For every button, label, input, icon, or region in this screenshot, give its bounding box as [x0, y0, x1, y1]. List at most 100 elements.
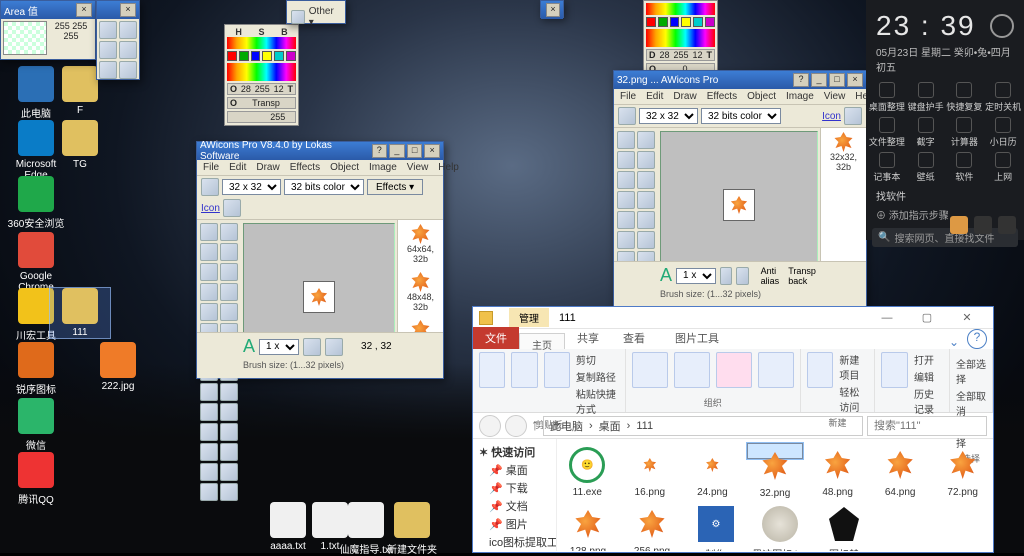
widget-tile[interactable]: 文件整理 [868, 115, 906, 149]
menu-item[interactable]: Draw [256, 162, 279, 173]
draw-tool[interactable] [200, 283, 218, 301]
toolbox-a[interactable]: × [96, 0, 140, 80]
draw-tool[interactable] [617, 171, 635, 189]
brush-size[interactable]: 1 x [259, 339, 299, 355]
draw-tool[interactable] [220, 223, 238, 241]
text-tool-icon[interactable]: A [660, 265, 672, 286]
tool-btn[interactable] [119, 21, 137, 39]
widget-tile[interactable]: 上网 [984, 150, 1022, 184]
desktop-icon[interactable]: 腾讯QQ [6, 452, 66, 506]
file-item[interactable]: 16.png [622, 443, 679, 498]
maximize-button[interactable]: □ [829, 73, 845, 87]
file-item[interactable]: 48.png [809, 443, 866, 498]
tool-btn[interactable] [119, 41, 137, 59]
selectnone-btn[interactable]: 全部取消 [956, 388, 986, 418]
properties-icon[interactable] [881, 352, 908, 388]
ribbon-collapse-icon[interactable]: ⌄ [941, 335, 967, 349]
antialias-toggle[interactable]: Anti alias [761, 266, 785, 286]
maximize-button[interactable]: ▢ [907, 311, 947, 324]
copyto-icon[interactable] [674, 352, 710, 388]
files-pane[interactable]: 🙂11.exe16.png24.png32.png48.png64.png72.… [557, 439, 993, 551]
tool-opt[interactable] [736, 267, 748, 285]
copypath-btn[interactable]: 复制路径 [576, 369, 619, 384]
nav-pane[interactable]: ✶ 快速访问📌 桌面📌 下载📌 文档📌 图片ico图标提取工具win当原图标新建… [473, 439, 557, 551]
file-item[interactable]: 32.png [747, 443, 804, 459]
tool-btn[interactable] [618, 107, 636, 125]
close-icon[interactable]: × [120, 3, 136, 17]
close-icon[interactable]: × [546, 3, 560, 17]
draw-tool[interactable] [637, 131, 655, 149]
crumb[interactable]: 桌面 [599, 418, 621, 434]
color-swatch[interactable] [646, 17, 656, 27]
menu-item[interactable]: File [620, 91, 636, 102]
help-icon[interactable]: ? [967, 329, 987, 349]
color-swatch[interactable] [705, 17, 715, 27]
draw-tool[interactable] [617, 151, 635, 169]
widget-tile[interactable]: 记事本 [868, 150, 906, 184]
sun-icon[interactable] [990, 14, 1014, 38]
tab-view[interactable]: 查看 [611, 327, 657, 349]
draw-tool[interactable] [220, 443, 238, 461]
size-thumb[interactable]: 32x32, 32b [821, 128, 866, 176]
desktop-icon[interactable]: TG [50, 120, 110, 170]
tool-btn[interactable] [201, 178, 219, 196]
color-depth-select[interactable]: 32 bits color [284, 179, 364, 195]
color-swatch[interactable] [693, 17, 703, 27]
breadcrumb[interactable]: 此电脑› 桌面› 111 [543, 416, 863, 436]
context-tab[interactable]: 管理 [509, 308, 549, 327]
draw-tool[interactable] [220, 423, 238, 441]
widget-foot-btn[interactable] [950, 216, 968, 234]
widget-foot-btn[interactable] [974, 216, 992, 234]
awicons-window[interactable]: AWicons Pro V8.4.0 by Lokas Software ? _… [196, 141, 444, 379]
size-select[interactable]: 32 x 32 [639, 108, 698, 124]
icon-link[interactable]: Icon [822, 111, 841, 122]
moveto-icon[interactable] [632, 352, 668, 388]
color-swatch[interactable] [227, 51, 237, 61]
file-item[interactable]: 🙂11.exe [559, 443, 616, 498]
menu-item[interactable]: Edit [229, 162, 246, 173]
recent-colors[interactable] [646, 29, 715, 47]
color-swatch[interactable] [681, 17, 691, 27]
widget-tile[interactable]: 软件 [946, 150, 984, 184]
draw-tool[interactable] [220, 403, 238, 421]
tool-btn[interactable] [99, 61, 117, 79]
tab-share[interactable]: 共享 [565, 327, 611, 349]
file-item[interactable]: 图标替换.exe [815, 502, 873, 551]
hue-strip[interactable] [646, 3, 715, 15]
other-label[interactable]: Other ▾ [309, 6, 341, 28]
close-icon[interactable]: × [76, 3, 92, 17]
widget-tile[interactable]: 定时关机 [984, 80, 1022, 114]
close-button[interactable]: × [847, 73, 863, 87]
menu-item[interactable]: View [824, 91, 846, 102]
file-item[interactable]: 72.png [934, 443, 991, 498]
find-app[interactable]: 找软件 [866, 184, 1024, 207]
widget-tile[interactable]: 键盘护手 [907, 80, 945, 114]
minimize-button[interactable]: _ [811, 73, 827, 87]
menu-item[interactable]: Image [369, 162, 397, 173]
file-item[interactable]: 24.png [684, 443, 741, 498]
pin-icon[interactable] [479, 352, 505, 388]
draw-tool[interactable] [617, 231, 635, 249]
desktop-icon[interactable]: Google Chrome [6, 232, 66, 293]
draw-tool[interactable] [200, 403, 218, 421]
area-palette-window[interactable]: Area 值× 255 255 255 [0, 0, 96, 60]
widget-tile[interactable]: 壁纸 [907, 150, 945, 184]
crumb[interactable]: 此电脑 [550, 418, 583, 434]
draw-tool[interactable] [200, 463, 218, 481]
nav-item[interactable]: 📌 文档 [475, 497, 554, 515]
draw-tool[interactable] [637, 231, 655, 249]
nav-item[interactable]: 📌 下载 [475, 479, 554, 497]
widget-tile[interactable]: 截字 [907, 115, 945, 149]
newfolder-icon[interactable] [807, 352, 834, 388]
nav-item[interactable]: 📌 图片 [475, 515, 554, 533]
recent-colors[interactable] [227, 63, 296, 81]
close-button[interactable]: ✕ [947, 311, 987, 324]
help-icon[interactable]: ? [372, 144, 388, 158]
draw-tool[interactable] [200, 443, 218, 461]
menu-item[interactable]: Object [330, 162, 359, 173]
help-icon[interactable]: ? [793, 73, 809, 87]
draw-tool[interactable] [637, 151, 655, 169]
tool-opt[interactable] [325, 338, 343, 356]
effects-button[interactable]: Effects ▾ [367, 179, 423, 195]
tool-btn[interactable] [99, 21, 117, 39]
